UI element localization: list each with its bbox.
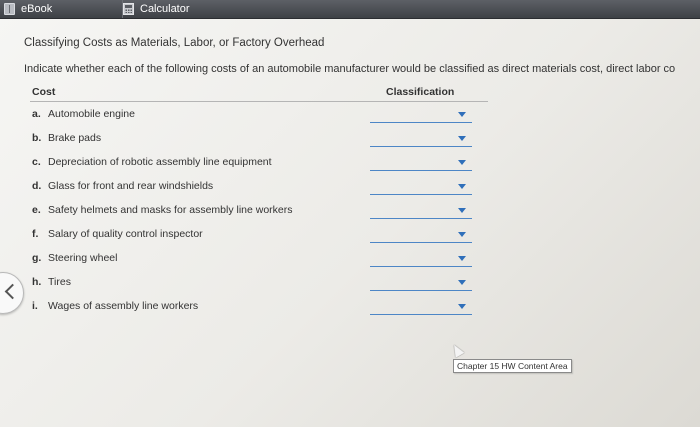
cost-item-label: a. Automobile engine: [32, 108, 135, 120]
calculator-tab-label: Calculator: [140, 3, 190, 15]
chevron-down-icon[interactable]: [458, 256, 466, 261]
chevron-down-icon[interactable]: [458, 160, 466, 165]
cost-item-label: b. Brake pads: [32, 132, 101, 144]
top-toolbar: eBook Calculator: [0, 0, 700, 19]
item-letter: a.: [32, 108, 41, 120]
question-content: Classifying Costs as Materials, Labor, o…: [0, 19, 700, 427]
classification-column-header: Classification: [386, 86, 455, 98]
chevron-down-icon[interactable]: [458, 112, 466, 117]
item-text: Safety helmets and masks for assembly li…: [48, 204, 293, 216]
item-text: Steering wheel: [48, 252, 118, 264]
table-row: c. Depreciation of robotic assembly line …: [0, 151, 700, 175]
cost-item-label: i. Wages of assembly line workers: [32, 300, 198, 312]
content-area-tooltip: Chapter 15 HW Content Area: [453, 359, 572, 373]
classification-dropdown[interactable]: [370, 109, 472, 123]
cost-item-label: f. Salary of quality control inspector: [32, 228, 203, 240]
item-letter: h.: [32, 276, 42, 288]
cost-item-label: h. Tires: [32, 276, 71, 288]
item-letter: e.: [32, 204, 41, 216]
item-letter: f.: [32, 228, 39, 240]
cost-item-label: e. Safety helmets and masks for assembly …: [32, 204, 293, 216]
table-row: e. Safety helmets and masks for assembly …: [0, 199, 700, 223]
ebook-tab-label: eBook: [21, 3, 53, 15]
item-text: Wages of assembly line workers: [48, 300, 199, 312]
cost-column-header: Cost: [32, 86, 56, 98]
book-icon: [4, 3, 15, 15]
header-divider: [30, 101, 488, 102]
cost-item-label: c. Depreciation of robotic assembly line …: [32, 156, 272, 168]
chevron-down-icon[interactable]: [458, 136, 466, 141]
table-row: i. Wages of assembly line workers: [0, 295, 700, 319]
item-letter: i.: [32, 300, 38, 312]
mouse-cursor-icon: [449, 342, 465, 358]
item-text: Brake pads: [48, 132, 102, 144]
chevron-down-icon[interactable]: [458, 208, 466, 213]
calculator-icon: [123, 3, 134, 15]
item-text: Salary of quality control inspector: [48, 228, 203, 240]
classification-dropdown[interactable]: [370, 157, 472, 171]
classification-dropdown[interactable]: [370, 133, 472, 147]
cost-item-label: g. Steering wheel: [32, 252, 117, 264]
table-row: f. Salary of quality control inspector: [0, 223, 700, 247]
item-text: Depreciation of robotic assembly line eq…: [48, 156, 272, 168]
instructions-text: Indicate whether each of the following c…: [24, 63, 676, 75]
ebook-tab[interactable]: eBook: [4, 0, 122, 18]
chevron-down-icon[interactable]: [458, 184, 466, 189]
item-text: Automobile engine: [48, 108, 135, 120]
classification-dropdown[interactable]: [370, 277, 472, 291]
cost-item-label: d. Glass for front and rear windshields: [32, 180, 213, 192]
question-title: Classifying Costs as Materials, Labor, o…: [24, 37, 325, 49]
classification-dropdown[interactable]: [370, 253, 472, 267]
classification-dropdown[interactable]: [370, 181, 472, 195]
classification-dropdown[interactable]: [370, 229, 472, 243]
item-letter: b.: [32, 132, 42, 144]
table-row: a. Automobile engine: [0, 103, 700, 127]
item-letter: d.: [32, 180, 42, 192]
chevron-down-icon[interactable]: [458, 232, 466, 237]
item-letter: g.: [32, 252, 42, 264]
table-row: b. Brake pads: [0, 127, 700, 151]
table-row: h. Tires: [0, 271, 700, 295]
calculator-tab[interactable]: Calculator: [122, 0, 343, 18]
table-row: g. Steering wheel: [0, 247, 700, 271]
item-text: Glass for front and rear windshields: [48, 180, 214, 192]
item-text: Tires: [48, 276, 71, 288]
classification-dropdown[interactable]: [370, 205, 472, 219]
chevron-down-icon[interactable]: [458, 304, 466, 309]
item-letter: c.: [32, 156, 41, 168]
classification-dropdown[interactable]: [370, 301, 472, 315]
table-row: d. Glass for front and rear windshields: [0, 175, 700, 199]
chevron-down-icon[interactable]: [458, 280, 466, 285]
